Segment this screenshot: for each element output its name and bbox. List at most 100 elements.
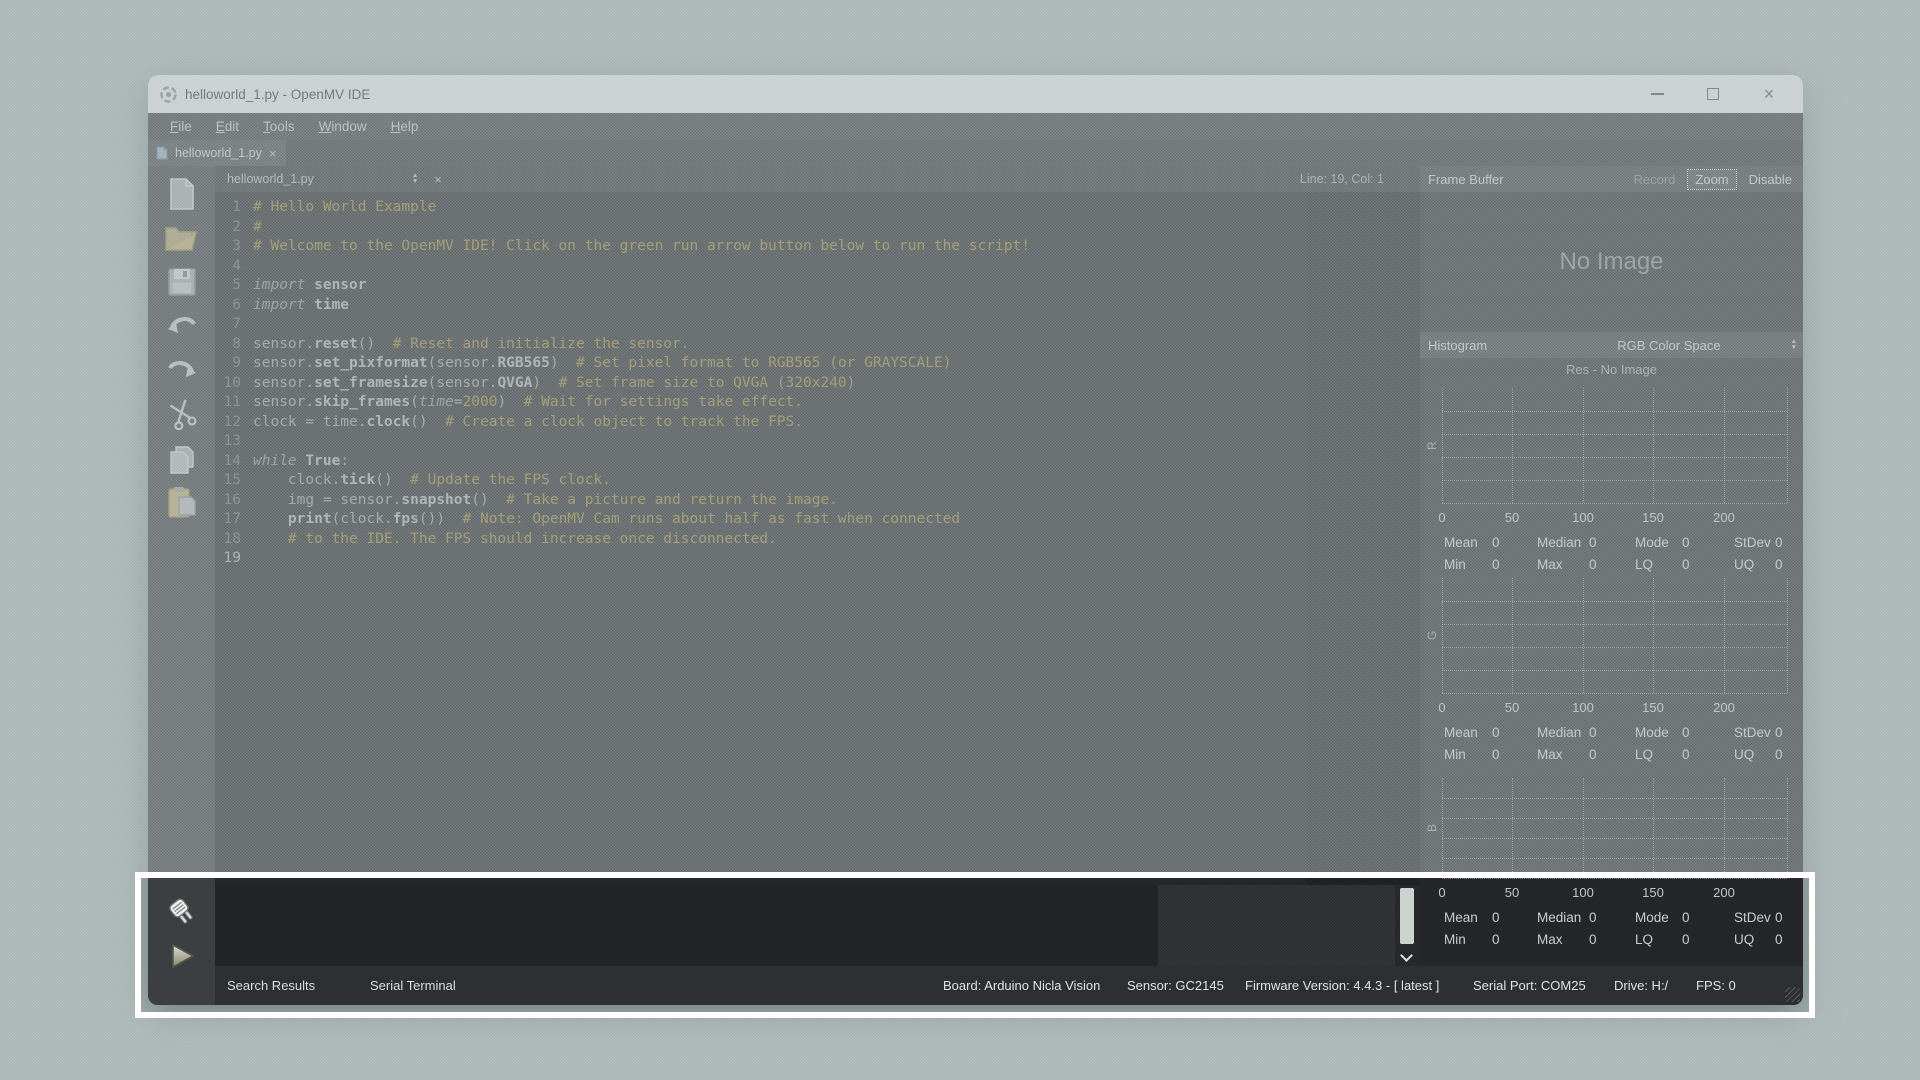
code-line: 1# Hello World Example: [215, 198, 1306, 218]
status-sensor: Sensor: GC2145: [1127, 966, 1224, 1005]
cut-icon: [166, 398, 198, 430]
terminal-scrollbar-slider[interactable]: [1400, 888, 1414, 944]
save-file-button[interactable]: [148, 260, 215, 304]
stat-value-median: 0: [1589, 725, 1597, 740]
stat-label-min: Min: [1444, 747, 1466, 762]
scroll-down-icon[interactable]: [1400, 949, 1413, 962]
close-button[interactable]: ×: [1741, 75, 1797, 113]
paste-button[interactable]: [148, 480, 215, 524]
document-selector[interactable]: helloworld_1.py ▲▼ ×: [215, 172, 475, 187]
stat-value-uq: 0: [1775, 932, 1783, 947]
run-script-button[interactable]: [148, 934, 215, 978]
zoom-button[interactable]: Zoom: [1688, 170, 1735, 189]
x-tick: 150: [1642, 885, 1664, 900]
code-line: 5import sensor: [215, 276, 1306, 296]
menu-item-window[interactable]: Window: [309, 116, 377, 137]
maximize-icon: [1707, 88, 1719, 100]
stat-label-stdev: StDev: [1734, 725, 1771, 740]
open-file-button[interactable]: [148, 216, 215, 260]
menu-item-help[interactable]: Help: [381, 116, 429, 137]
frame-buffer-panel: Frame Buffer Record Zoom Disable No Imag…: [1420, 166, 1803, 966]
editor-topbar: helloworld_1.py ▲▼ × Line: 19, Col: 1: [215, 166, 1420, 192]
left-toolbar: [148, 166, 215, 1005]
code-line: 12clock = time.clock() # Create a clock …: [215, 413, 1306, 433]
code-line: 3# Welcome to the OpenMV IDE! Click on t…: [215, 237, 1306, 257]
terminal-margin-area: [1158, 885, 1395, 966]
stat-label-mode: Mode: [1635, 910, 1669, 925]
tab-bar: helloworld_1.py ×: [148, 140, 1803, 166]
dim-overlay-bottom: [0, 1012, 1920, 1080]
line-number: 1: [215, 198, 247, 218]
open-file-icon: [164, 222, 200, 254]
code-editor[interactable]: 1# Hello World Example2#3# Welcome to th…: [215, 192, 1306, 885]
stat-label-median: Median: [1537, 535, 1581, 550]
copy-button[interactable]: [148, 436, 215, 480]
x-tick: 200: [1713, 510, 1735, 525]
stat-value-stdev: 0: [1775, 535, 1783, 550]
menu-item-edit[interactable]: Edit: [206, 116, 249, 137]
serial-terminal-area[interactable]: [215, 885, 1420, 966]
stat-value-max: 0: [1589, 932, 1597, 947]
line-number: 12: [215, 413, 247, 433]
histogram-plot: [1442, 778, 1787, 878]
disable-button[interactable]: Disable: [1742, 170, 1799, 189]
code-line: 14while True:: [215, 452, 1306, 472]
undo-icon: [164, 312, 200, 340]
line-number: 15: [215, 471, 247, 491]
x-tick: 200: [1713, 885, 1735, 900]
record-button[interactable]: Record: [1626, 170, 1682, 189]
code-line: 7: [215, 315, 1306, 335]
stat-label-min: Min: [1444, 557, 1466, 572]
dim-overlay-left: [0, 878, 141, 1012]
terminal-scrollbar[interactable]: [1395, 885, 1420, 966]
stat-label-mode: Mode: [1635, 725, 1669, 740]
minimize-button[interactable]: [1629, 75, 1685, 113]
stat-label-lq: LQ: [1635, 932, 1653, 947]
stat-label-uq: UQ: [1734, 557, 1754, 572]
status-board: Board: Arduino Nicla Vision: [943, 966, 1100, 1005]
save-file-icon: [166, 266, 198, 298]
line-number: 4: [215, 257, 247, 277]
x-tick: 0: [1438, 885, 1445, 900]
line-number: 14: [215, 452, 247, 472]
stat-value-mode: 0: [1682, 725, 1690, 740]
new-file-button[interactable]: [148, 172, 215, 216]
maximize-button[interactable]: [1685, 75, 1741, 113]
resize-grip[interactable]: [1785, 987, 1800, 1002]
code-line: 18 # to the IDE. The FPS should increase…: [215, 530, 1306, 550]
code-line: 10sensor.set_framesize(sensor.QVGA) # Se…: [215, 374, 1306, 394]
connect-button[interactable]: [148, 890, 215, 934]
redo-button[interactable]: [148, 348, 215, 392]
bottom-tab-serial-terminal[interactable]: Serial Terminal: [370, 966, 456, 1005]
color-space-dropdown[interactable]: RGB Color Space ▲▼: [1617, 332, 1797, 358]
stat-label-mode: Mode: [1635, 535, 1669, 550]
stat-value-max: 0: [1589, 747, 1597, 762]
line-number: 17: [215, 510, 247, 530]
stat-value-lq: 0: [1682, 747, 1690, 762]
frame-buffer-title: Frame Buffer: [1428, 172, 1504, 187]
tab-helloworld[interactable]: helloworld_1.py ×: [148, 140, 286, 166]
stat-value-median: 0: [1589, 535, 1597, 550]
stat-label-lq: LQ: [1635, 557, 1653, 572]
minimize-icon: [1651, 93, 1664, 95]
channel-label-r: R: [1422, 388, 1442, 503]
stat-value-mean: 0: [1492, 535, 1500, 550]
code-line: 19: [215, 549, 1306, 569]
stat-value-max: 0: [1589, 557, 1597, 572]
line-number: 8: [215, 335, 247, 355]
channel-label-g: G: [1422, 578, 1442, 693]
line-number: 13: [215, 432, 247, 452]
cut-button[interactable]: [148, 392, 215, 436]
openmv-logo-icon: [160, 86, 177, 103]
code-line: 13: [215, 432, 1306, 452]
undo-button[interactable]: [148, 304, 215, 348]
stat-label-median: Median: [1537, 725, 1581, 740]
close-icon: ×: [1764, 84, 1775, 105]
stat-label-max: Max: [1537, 557, 1563, 572]
tab-close-icon[interactable]: ×: [269, 146, 277, 161]
document-close-icon[interactable]: ×: [434, 172, 442, 187]
stat-label-min: Min: [1444, 932, 1466, 947]
menu-item-file[interactable]: File: [160, 116, 202, 137]
menu-item-tools[interactable]: Tools: [253, 116, 305, 137]
bottom-tab-search-results[interactable]: Search Results: [227, 966, 315, 1005]
